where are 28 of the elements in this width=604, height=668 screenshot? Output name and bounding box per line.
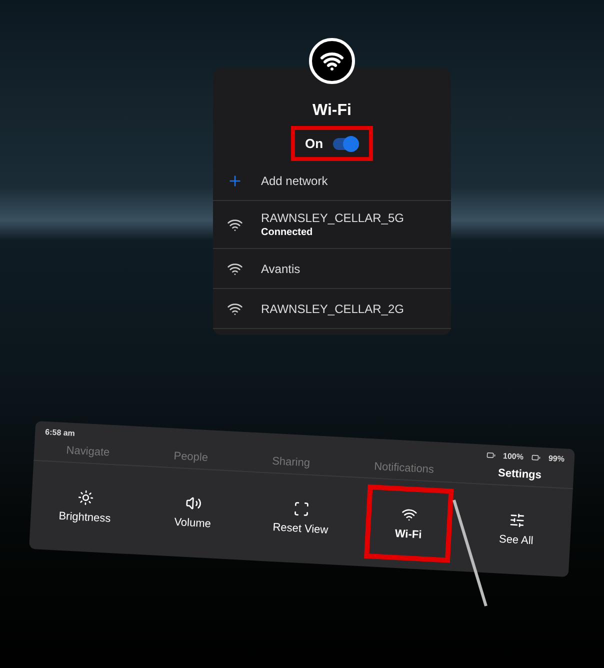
add-network-link[interactable]: Add network	[261, 174, 328, 188]
sliders-icon	[508, 512, 526, 529]
quick-setting-tile[interactable]: Volume	[148, 473, 238, 552]
sun-icon	[77, 489, 94, 506]
quick-setting-tile[interactable]: See All	[472, 490, 562, 568]
frame-icon	[293, 500, 310, 518]
network-name[interactable]: RAWNSLEY_CELLAR_2G	[261, 302, 404, 316]
panel-title: Wi-Fi	[312, 102, 352, 120]
clock-time: 6:58 am	[44, 427, 76, 438]
battery-level: 99%	[548, 454, 565, 464]
network-name[interactable]: Avantis	[261, 262, 300, 276]
battery-level: 100%	[502, 451, 524, 462]
wifi-signal-icon	[227, 216, 243, 232]
wifi-signal-icon	[227, 300, 243, 316]
wifi-icon	[309, 38, 355, 84]
quick-setting-tile[interactable]: Wi-Fi	[364, 484, 454, 563]
wifi-toggle[interactable]	[333, 138, 360, 150]
battery-icon	[486, 450, 496, 460]
wifi-signal-icon	[227, 260, 243, 276]
quick-setting-tile[interactable]: Brightness	[40, 467, 130, 546]
toggle-label: On	[304, 136, 324, 151]
network-status: Connected	[261, 227, 314, 238]
dock-tab[interactable]: Settings	[492, 466, 548, 483]
network-name[interactable]: RAWNSLEY_CELLAR_5G	[261, 211, 404, 225]
plus-icon	[227, 172, 243, 188]
battery-icon	[531, 452, 541, 462]
speaker-icon	[185, 494, 202, 512]
quick-setting-tile[interactable]: Reset View	[256, 478, 346, 558]
